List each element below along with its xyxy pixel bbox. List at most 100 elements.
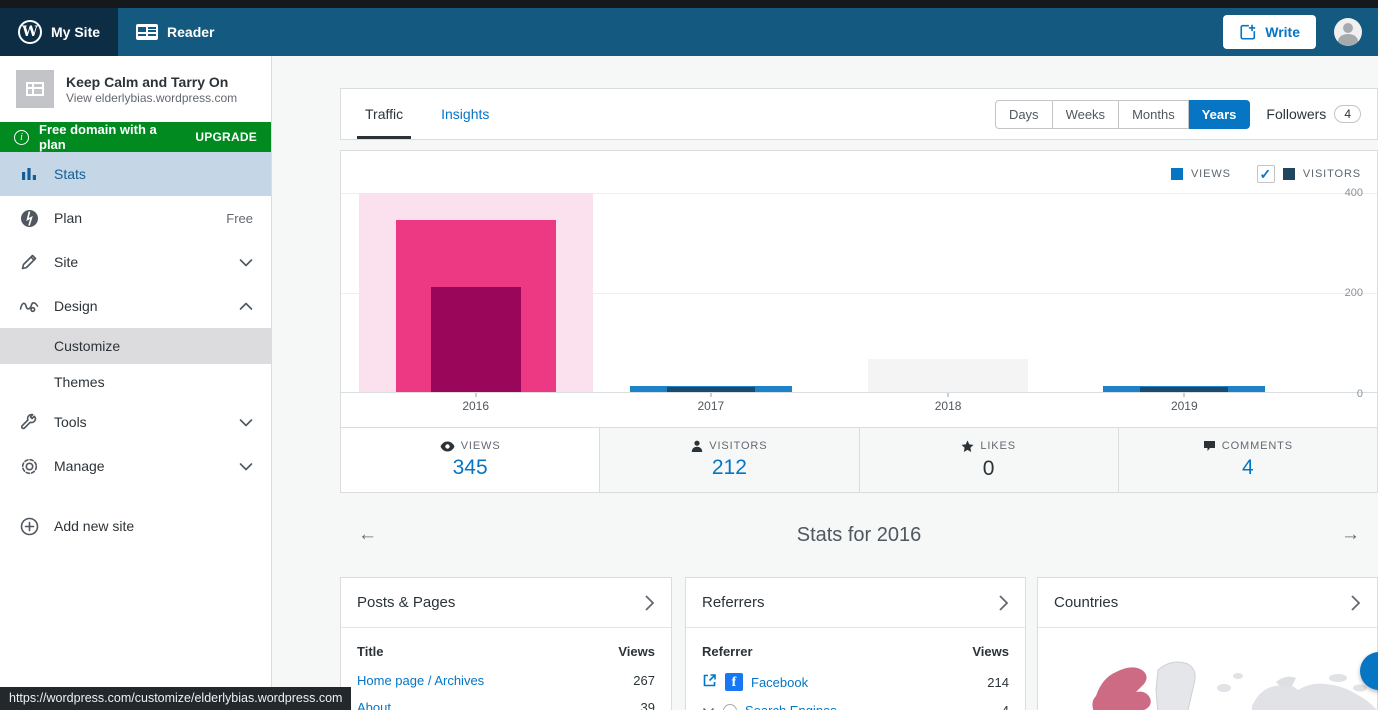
summary-likes-value: 0 — [983, 457, 995, 481]
sidebar-item-label: Customize — [54, 338, 120, 354]
chart-card: VIEWS ✓ VISITORS 400 200 0 2016201720182… — [340, 150, 1378, 493]
chevron-down-icon — [239, 462, 253, 471]
followers-link[interactable]: Followers 4 — [1266, 105, 1361, 123]
chevron-right-icon[interactable] — [998, 594, 1009, 612]
legend-visitors-swatch — [1283, 168, 1295, 180]
period-title: Stats for 2016 — [340, 524, 1378, 547]
user-avatar[interactable] — [1334, 18, 1362, 46]
sidebar-item-customize[interactable]: Customize — [0, 328, 271, 364]
table-row: About 39 — [357, 694, 655, 710]
referrers-col-title: Referrer — [702, 644, 753, 659]
period-years-button[interactable]: Years — [1189, 100, 1251, 129]
external-link-icon[interactable] — [702, 673, 717, 691]
referrers-title: Referrers — [702, 594, 765, 611]
browser-top-strip — [0, 0, 1378, 8]
sidebar-item-stats[interactable]: Stats — [0, 152, 271, 196]
wordpress-logo-icon: W — [18, 20, 42, 44]
post-link[interactable]: Home page / Archives — [357, 673, 484, 688]
summary-comments-label: COMMENTS — [1222, 440, 1293, 452]
wrench-icon — [18, 413, 40, 431]
reader-icon — [136, 24, 158, 40]
masterbar: W My Site Reader Write — [0, 8, 1378, 56]
referrer-views: 214 — [987, 675, 1009, 690]
countries-header[interactable]: Countries — [1038, 578, 1377, 628]
summary-tab-likes[interactable]: LIKES 0 — [859, 428, 1118, 492]
period-months-button[interactable]: Months — [1119, 100, 1189, 129]
legend-visitors[interactable]: ✓ VISITORS — [1257, 165, 1361, 183]
next-period-arrow[interactable]: → — [1341, 524, 1360, 546]
star-icon — [961, 440, 974, 453]
x-tick-label: 2018 — [935, 399, 962, 413]
bar-empty-placeholder[interactable] — [868, 359, 1028, 392]
countries-card: Countries — [1037, 577, 1378, 710]
legend-views[interactable]: VIEWS — [1171, 168, 1231, 180]
masterbar-reader[interactable]: Reader — [118, 8, 232, 56]
summary-tab-visitors[interactable]: VISITORS 212 — [599, 428, 858, 492]
chevron-right-icon[interactable] — [1350, 594, 1361, 612]
summary-tab-views[interactable]: VIEWS 345 — [341, 428, 599, 492]
sidebar-item-plan[interactable]: Plan Free — [0, 196, 271, 240]
followers-label: Followers — [1266, 106, 1326, 122]
post-views: 39 — [641, 700, 655, 710]
person-icon — [691, 440, 703, 452]
bar-visitors-2017[interactable] — [667, 387, 755, 392]
comment-icon — [1203, 440, 1216, 452]
sidebar-item-label: Stats — [54, 166, 86, 182]
sidebar-item-themes[interactable]: Themes — [0, 364, 271, 400]
new-post-icon — [1239, 23, 1257, 41]
summary-views-label: VIEWS — [461, 440, 501, 452]
sidebar-item-site[interactable]: Site — [0, 240, 271, 284]
tab-insights[interactable]: Insights — [433, 89, 497, 139]
masterbar-my-site[interactable]: W My Site — [0, 8, 118, 56]
caret-down-icon[interactable] — [702, 703, 715, 710]
tab-traffic[interactable]: Traffic — [357, 89, 411, 139]
referrers-header[interactable]: Referrers — [686, 578, 1025, 628]
referrer-views: 4 — [1002, 703, 1009, 710]
sidebar: Keep Calm and Tarry On View elderlybias.… — [0, 56, 272, 710]
legend-views-label: VIEWS — [1191, 168, 1231, 180]
table-row: Home page / Archives 267 — [357, 667, 655, 694]
referrer-link[interactable]: Facebook — [751, 675, 808, 690]
facebook-icon: f — [725, 673, 743, 691]
posts-pages-header[interactable]: Posts & Pages — [341, 578, 671, 628]
summary-tabs: VIEWS 345 VISITORS 212 LIKES 0 — [341, 427, 1377, 492]
x-axis-tick — [710, 393, 711, 397]
summary-tab-comments[interactable]: COMMENTS 4 — [1118, 428, 1377, 492]
site-url[interactable]: View elderlybias.wordpress.com — [66, 91, 237, 105]
write-button[interactable]: Write — [1223, 15, 1316, 49]
period-days-button[interactable]: Days — [995, 100, 1053, 129]
plus-circle-icon — [18, 517, 40, 536]
referrer-link[interactable]: Search Engines — [745, 703, 837, 710]
upgrade-link[interactable]: UPGRADE — [195, 130, 257, 144]
banner-text: Free domain with a plan — [39, 122, 185, 152]
summary-views-value: 345 — [453, 456, 488, 480]
x-tick-label: 2017 — [697, 399, 724, 413]
period-nav: ← Stats for 2016 → — [340, 510, 1378, 560]
free-domain-banner[interactable]: i Free domain with a plan UPGRADE — [0, 122, 271, 152]
sidebar-item-tools[interactable]: Tools — [0, 400, 271, 444]
sidebar-item-manage[interactable]: Manage — [0, 444, 271, 488]
table-row: f Facebook 214 — [702, 667, 1009, 697]
visitors-checkbox[interactable]: ✓ — [1257, 165, 1275, 183]
posts-pages-title: Posts & Pages — [357, 594, 455, 611]
site-card[interactable]: Keep Calm and Tarry On View elderlybias.… — [0, 56, 271, 122]
chevron-right-icon[interactable] — [644, 594, 655, 612]
post-link[interactable]: About — [357, 700, 391, 710]
x-axis-labels: 2016201720182019 — [341, 399, 1377, 417]
tab-traffic-label: Traffic — [365, 106, 403, 122]
sidebar-item-design[interactable]: Design — [0, 284, 271, 328]
period-weeks-button[interactable]: Weeks — [1053, 100, 1120, 129]
gear-icon — [18, 457, 40, 476]
bar-visitors-2016[interactable] — [431, 287, 521, 392]
globe-placeholder-icon — [723, 704, 737, 710]
add-new-site[interactable]: Add new site — [0, 504, 271, 548]
chevron-down-icon — [239, 418, 253, 427]
posts-pages-card: Posts & Pages Title Views Home page / Ar… — [340, 577, 672, 710]
posts-col-views: Views — [618, 644, 655, 659]
bar-visitors-2019[interactable] — [1140, 387, 1228, 392]
summary-visitors-value: 212 — [712, 456, 747, 480]
reader-label: Reader — [167, 24, 214, 40]
tab-insights-label: Insights — [441, 106, 489, 122]
site-icon — [16, 70, 54, 108]
followers-count-badge: 4 — [1334, 105, 1361, 123]
